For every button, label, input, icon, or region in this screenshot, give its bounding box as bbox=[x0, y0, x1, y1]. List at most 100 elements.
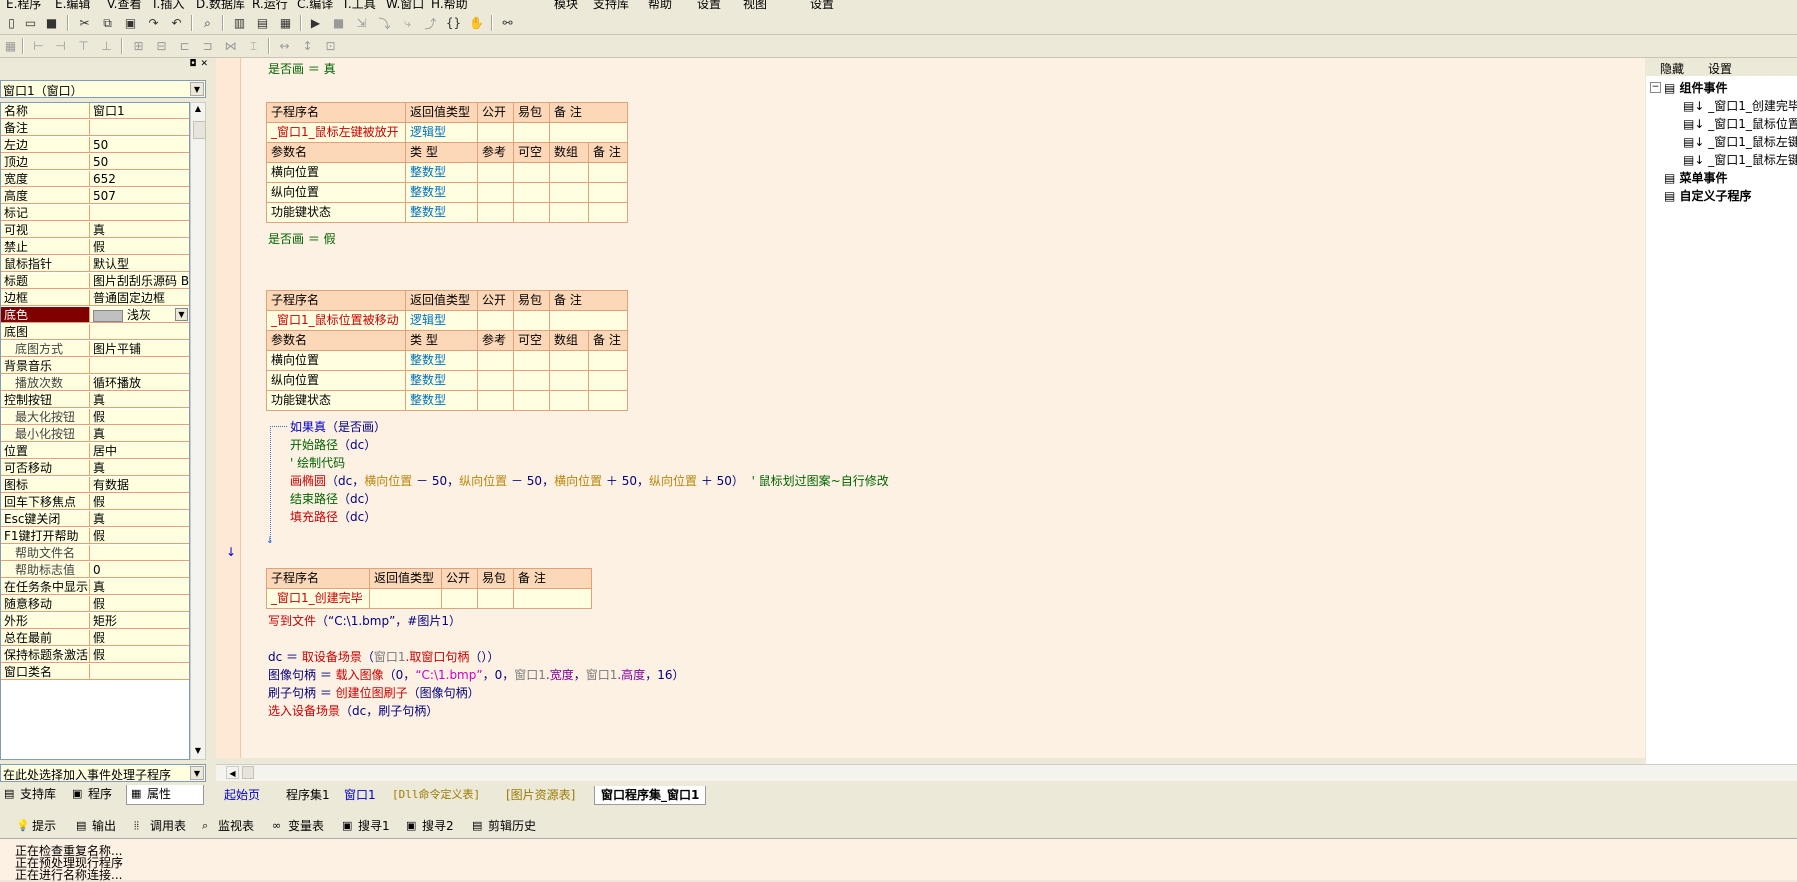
sub-public[interactable] bbox=[477, 122, 514, 143]
output-panel[interactable]: 正在检查重复名称... 正在预处理现行程序 正在进行名称连接... bbox=[0, 838, 1797, 881]
property-value[interactable]: 真 bbox=[90, 222, 189, 238]
tab-window-assembly[interactable]: 窗口程序集_窗口1 bbox=[594, 786, 707, 805]
pin-icon[interactable]: ◘ bbox=[189, 59, 196, 69]
code-line-end-path[interactable]: 结束路径（dc） bbox=[290, 492, 376, 506]
tree-node-event[interactable]: ▤↓ _窗口1_鼠标左键被 bbox=[1683, 152, 1797, 168]
property-value[interactable] bbox=[90, 664, 189, 680]
menu-compile[interactable]: C.编译 bbox=[297, 0, 333, 12]
tab-output[interactable]: ▤ 输出 bbox=[74, 818, 116, 834]
property-value[interactable] bbox=[90, 120, 189, 136]
property-row[interactable]: 底色 浅灰 ▼ bbox=[1, 307, 189, 324]
tab-start-page[interactable]: 起始页 bbox=[224, 786, 260, 804]
sub-name[interactable]: _窗口1_创建完毕 bbox=[266, 588, 370, 609]
property-value[interactable]: 假 bbox=[90, 409, 189, 425]
property-row[interactable]: 总在最前假 bbox=[1, 630, 189, 647]
menu-help-2[interactable]: 帮助 bbox=[648, 0, 672, 12]
property-row[interactable]: 高度 507 bbox=[1, 188, 189, 205]
param-type[interactable]: 整数型 bbox=[405, 370, 478, 391]
code-line-get-dc[interactable]: dc ＝ 取设备场景（窗口1.取窗口句柄（）） bbox=[268, 650, 499, 664]
tree-node-event[interactable]: ▤↓ _窗口1_鼠标左键被 bbox=[1683, 134, 1797, 150]
property-row[interactable]: 边框 普通固定边框 bbox=[1, 290, 189, 307]
menu-view-2[interactable]: 视图 bbox=[743, 0, 767, 12]
code-line-if[interactable]: 如果真（是否画） bbox=[290, 420, 386, 434]
menu-module[interactable]: 模块 bbox=[554, 0, 578, 12]
sub-table-mouse-move[interactable]: 子程序名 返回值类型 公开 易包 备 注 _窗口1_鼠标位置被移动 逻辑型 参数… bbox=[266, 290, 628, 411]
param-name[interactable]: 横向位置 bbox=[266, 162, 406, 183]
property-value[interactable] bbox=[90, 545, 189, 561]
scroll-up-icon[interactable]: ▲ bbox=[192, 104, 204, 116]
binoculars-icon[interactable]: ⚯ bbox=[499, 15, 516, 31]
property-row[interactable]: 最小化按钮真 bbox=[1, 426, 189, 443]
property-row[interactable]: F1键打开帮助假 bbox=[1, 528, 189, 545]
tab-variables[interactable]: ∞ 变量表 bbox=[270, 818, 324, 834]
code-line-assign-true[interactable]: 是否画 ＝ 真 bbox=[268, 62, 336, 76]
property-value[interactable]: 真 bbox=[90, 579, 189, 595]
align-top-icon[interactable]: ⊤ bbox=[75, 38, 92, 54]
stop-icon[interactable]: ■ bbox=[330, 15, 347, 31]
grid-icon[interactable]: ▦ bbox=[2, 38, 19, 54]
tab-properties[interactable]: ▦ 属性 bbox=[126, 785, 204, 805]
property-row[interactable]: 标记 bbox=[1, 205, 189, 222]
property-row[interactable]: 底图 bbox=[1, 324, 189, 341]
property-row[interactable]: 控制按钮真 bbox=[1, 392, 189, 409]
code-line-create-brush[interactable]: 刷子句柄 ＝ 创建位图刷子（图像句柄） bbox=[268, 686, 480, 700]
code-hscrollbar[interactable]: ◀ bbox=[216, 764, 1797, 781]
property-row[interactable]: 帮助文件名 bbox=[1, 545, 189, 562]
sub-name[interactable]: _窗口1_鼠标位置被移动 bbox=[266, 310, 406, 331]
menu-help[interactable]: H.帮助 bbox=[431, 0, 468, 12]
property-row[interactable]: 鼠标指针 默认型 bbox=[1, 256, 189, 273]
scroll-left-icon[interactable]: ◀ bbox=[226, 766, 239, 779]
tree-node-event[interactable]: ▤↓ _窗口1_创建完毕 bbox=[1683, 98, 1797, 114]
property-value[interactable] bbox=[90, 205, 189, 221]
property-value[interactable]: 图片刮刮乐源码 B bbox=[90, 273, 189, 289]
sub-return-type[interactable]: 逻辑型 bbox=[405, 122, 478, 143]
param-name[interactable]: 横向位置 bbox=[266, 350, 406, 371]
param-type[interactable]: 整数型 bbox=[405, 182, 478, 203]
code-line-write-file[interactable]: 写到文件（“C:\1.bmp”，#图片1） bbox=[268, 614, 461, 628]
tab-hint[interactable]: 💡 提示 bbox=[14, 818, 56, 834]
chevron-down-icon[interactable]: ▼ bbox=[175, 308, 188, 321]
property-value[interactable]: 假 bbox=[90, 494, 189, 510]
code-line-comment[interactable]: ' 绘制代码 bbox=[290, 456, 345, 470]
property-value[interactable]: 默认型 bbox=[90, 256, 189, 272]
property-row[interactable]: 可视真 bbox=[1, 222, 189, 239]
step-over-icon[interactable]: ⤷ bbox=[399, 15, 416, 31]
property-value[interactable]: 有数据 bbox=[90, 477, 189, 493]
hide-button[interactable]: 隐藏 bbox=[1660, 60, 1684, 77]
tab-call-stack[interactable]: ⦙⦙ 调用表 bbox=[132, 818, 186, 834]
same-height-icon[interactable]: ⊐ bbox=[199, 38, 216, 54]
new-file-icon[interactable]: ▯ bbox=[3, 15, 20, 31]
hand-icon[interactable]: ✋ bbox=[468, 15, 485, 31]
property-row[interactable]: 最大化按钮假 bbox=[1, 409, 189, 426]
property-row[interactable]: 底图方式 图片平铺 bbox=[1, 341, 189, 358]
property-value[interactable]: 窗口1 bbox=[90, 103, 189, 119]
tree-node-event[interactable]: ▤↓ _窗口1_鼠标位置被 bbox=[1683, 116, 1797, 132]
property-value[interactable]: 假 bbox=[90, 630, 189, 646]
property-row[interactable]: 可否移动真 bbox=[1, 460, 189, 477]
code-line-select-object[interactable]: 选入设备场景（dc，刷子句柄） bbox=[268, 704, 438, 718]
menu-settings-2[interactable]: 设置 bbox=[810, 0, 834, 12]
code-line-begin-path[interactable]: 开始路径（dc） bbox=[290, 438, 376, 452]
property-value[interactable]: 50 bbox=[90, 154, 189, 170]
menu-settings[interactable]: 设置 bbox=[697, 0, 721, 12]
property-row[interactable]: 顶边 50 bbox=[1, 154, 189, 171]
width-icon[interactable]: ↔ bbox=[276, 38, 293, 54]
run-icon[interactable]: ▶ bbox=[307, 15, 324, 31]
menu-database[interactable]: D.数据库 bbox=[196, 0, 245, 12]
copy-icon[interactable]: ⧉ bbox=[99, 15, 116, 31]
sub-name[interactable]: _窗口1_鼠标左键被放开 bbox=[266, 122, 406, 143]
collapse-icon[interactable]: − bbox=[1650, 82, 1661, 93]
redo-icon[interactable]: ↷ bbox=[145, 15, 162, 31]
param-type[interactable]: 整数型 bbox=[405, 162, 478, 183]
property-value[interactable]: 真 bbox=[90, 511, 189, 527]
param-name[interactable]: 纵向位置 bbox=[266, 370, 406, 391]
menu-edit[interactable]: E.编辑 bbox=[55, 0, 90, 12]
component-selector[interactable]: 窗口1（窗口） ▼ bbox=[0, 80, 206, 98]
cut-icon[interactable]: ✂ bbox=[76, 15, 93, 31]
run-to-cursor-icon[interactable]: {} bbox=[445, 15, 462, 31]
property-value[interactable]: 图片平铺 bbox=[90, 341, 189, 357]
property-value[interactable] bbox=[90, 358, 189, 374]
menu-support-lib[interactable]: 支持库 bbox=[593, 0, 629, 12]
scroll-thumb[interactable] bbox=[242, 766, 254, 779]
property-value[interactable]: 652 bbox=[90, 171, 189, 187]
